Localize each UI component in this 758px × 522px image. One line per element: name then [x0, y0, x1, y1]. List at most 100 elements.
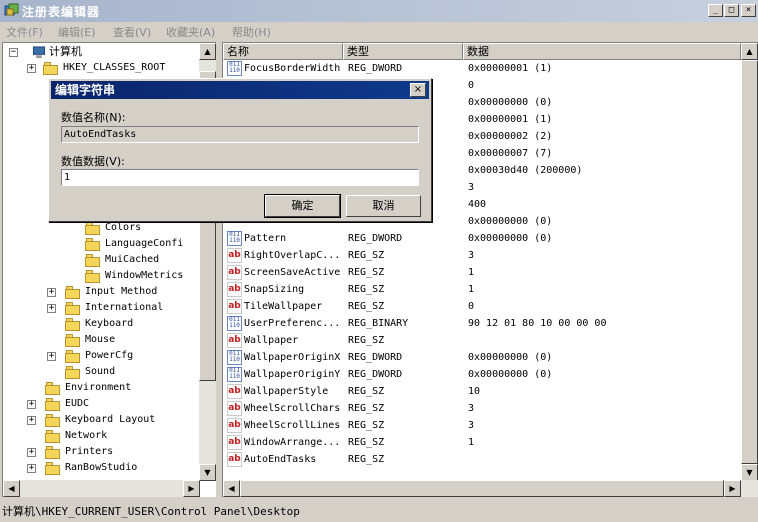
tree-item[interactable]: Environment [45, 380, 198, 396]
list-vscrollbar[interactable]: ▲ ▼ [741, 43, 758, 481]
tree-item[interactable]: + Input Method [47, 284, 198, 300]
window-titlebar[interactable]: 注册表编辑器 _ □ × [0, 0, 758, 22]
value-name: RightOverlapC... [244, 250, 341, 261]
tree-item-label: Colors [105, 222, 142, 233]
tree-root[interactable]: − 计算机 [9, 44, 199, 60]
cancel-button[interactable]: 取消 [346, 195, 421, 217]
menu-favorites[interactable]: 收藏夹(A) [166, 24, 215, 40]
window-title: 注册表编辑器 [22, 5, 101, 19]
menu-help[interactable]: 帮助(H) [232, 24, 271, 40]
tree-item[interactable]: Mouse [65, 332, 198, 348]
tree-item[interactable]: WindowMetrics [85, 268, 198, 284]
string-value-icon: ab [227, 265, 242, 280]
tree-item[interactable]: Sound [65, 364, 198, 380]
expand-icon[interactable]: + [47, 288, 56, 297]
tree-item[interactable]: + RanBowStudio [27, 460, 198, 476]
expand-icon[interactable]: + [27, 448, 36, 457]
value-type: REG_SZ [348, 267, 385, 278]
scroll-left-icon[interactable]: ◀ [3, 480, 20, 497]
list-row[interactable]: ab WindowArrange... REG_SZ 1 [223, 434, 741, 451]
tree-item[interactable]: + Printers [27, 444, 198, 460]
scroll-left-icon[interactable]: ◀ [223, 480, 240, 497]
list-row[interactable]: ab AutoEndTasks REG_SZ [223, 451, 741, 468]
expand-icon[interactable]: + [27, 416, 36, 425]
menu-view[interactable]: 查看(V) [113, 24, 151, 40]
menu-edit[interactable]: 编辑(E) [58, 24, 96, 40]
tree-item[interactable]: Keyboard [65, 316, 198, 332]
list-row[interactable]: ab RightOverlapC... REG_SZ 3 [223, 247, 741, 264]
tree-item[interactable]: + PowerCfg [47, 348, 198, 364]
scroll-right-icon[interactable]: ▶ [183, 480, 200, 497]
menu-file[interactable]: 文件(F) [6, 24, 43, 40]
tree-item-label: Keyboard Layout [65, 414, 156, 425]
ok-button[interactable]: 确定 [264, 194, 341, 218]
tree-item-label: HKEY_CLASSES_ROOT [63, 62, 166, 73]
value-data-input[interactable]: 1 [61, 169, 419, 186]
tree-item-label: Mouse [85, 334, 116, 345]
list-row[interactable]: ab WallpaperStyle REG_SZ 10 [223, 383, 741, 400]
expand-icon[interactable]: + [27, 64, 36, 73]
value-type: REG_DWORD [348, 63, 403, 74]
scroll-thumb[interactable] [741, 60, 758, 464]
binary-value-icon: 011 110 [227, 316, 242, 331]
scroll-right-icon[interactable]: ▶ [724, 480, 741, 497]
tree-item[interactable]: MuiCached [85, 252, 198, 268]
value-data: 3 [468, 250, 475, 261]
scroll-down-icon[interactable]: ▼ [741, 464, 758, 481]
status-path: 计算机\HKEY_CURRENT_USER\Control Panel\Desk… [2, 505, 300, 518]
dialog-close-button[interactable]: × [410, 83, 426, 97]
expand-icon[interactable]: + [47, 352, 56, 361]
folder-icon [43, 62, 59, 75]
value-data-label: 数值数据(V): [61, 155, 125, 168]
value-data: 400 [468, 199, 487, 210]
minimize-button[interactable]: _ [708, 4, 723, 17]
dialog-titlebar[interactable]: 编辑字符串 × [51, 81, 429, 99]
list-row[interactable]: 011 110 UserPreferenc... REG_BINARY 90 12 01… [223, 315, 741, 332]
list-row[interactable]: ab WheelScrollLines REG_SZ 3 [223, 417, 741, 434]
list-row[interactable]: ab Wallpaper REG_SZ [223, 332, 741, 349]
column-header-type[interactable]: 类型 [343, 43, 463, 60]
list-row[interactable]: ab ScreenSaveActive REG_SZ 1 [223, 264, 741, 281]
tree-item[interactable]: + EUDC [27, 396, 198, 412]
list-row[interactable]: 011 110 WallpaperOriginX REG_DWORD 0x0000000… [223, 349, 741, 366]
list-row[interactable]: 011 110 FocusBorderWidth REG_DWORD 0x0000000… [223, 60, 741, 77]
tree-item[interactable]: LanguageConfi [85, 236, 198, 252]
tree-item-hkcr[interactable]: + HKEY_CLASSES_ROOT [27, 60, 197, 76]
collapse-icon[interactable]: − [9, 48, 18, 57]
column-header-data[interactable]: 数据 [463, 43, 741, 60]
tree-item-label: Keyboard [85, 318, 134, 329]
close-button[interactable]: × [741, 4, 756, 17]
column-header-name[interactable]: 名称 [223, 43, 343, 60]
tree-hscrollbar[interactable]: ◀ ▶ [3, 480, 200, 497]
string-value-icon: ab [227, 333, 242, 348]
value-name: FocusBorderWidth [244, 63, 341, 74]
expand-icon[interactable]: + [27, 400, 36, 409]
folder-icon [65, 334, 81, 347]
list-row[interactable]: ab SnapSizing REG_SZ 1 [223, 281, 741, 298]
tree-item-label: Printers [65, 446, 114, 457]
expand-icon[interactable]: + [47, 304, 56, 313]
tree-item[interactable]: Network [45, 428, 198, 444]
scroll-up-icon[interactable]: ▲ [741, 43, 758, 60]
folder-icon [85, 254, 101, 267]
expand-icon[interactable]: + [27, 464, 36, 473]
value-type: REG_SZ [348, 335, 385, 346]
value-name: WallpaperOriginX [244, 352, 341, 363]
list-row[interactable]: ab TileWallpaper REG_SZ 0 [223, 298, 741, 315]
string-value-icon: ab [227, 401, 242, 416]
value-data: 0x00000000 (0) [468, 352, 553, 363]
list-row[interactable]: ab WheelScrollChars REG_SZ 3 [223, 400, 741, 417]
folder-icon [45, 446, 61, 459]
scroll-up-icon[interactable]: ▲ [199, 43, 216, 60]
scroll-thumb[interactable] [240, 480, 724, 497]
folder-icon [65, 350, 81, 363]
tree-item[interactable]: + Keyboard Layout [27, 412, 198, 428]
list-row[interactable]: 011 110 Pattern REG_DWORD 0x00000000 (0) [223, 230, 741, 247]
scroll-down-icon[interactable]: ▼ [199, 464, 216, 481]
value-name-label: 数值名称(N): [61, 111, 126, 124]
list-hscrollbar[interactable]: ◀ ▶ [223, 480, 758, 497]
list-row[interactable]: 011 110 WallpaperOriginY REG_DWORD 0x0000000… [223, 366, 741, 383]
tree-item[interactable]: + International [47, 300, 198, 316]
maximize-button[interactable]: □ [724, 4, 739, 17]
tree-item[interactable]: Colors [85, 220, 198, 236]
